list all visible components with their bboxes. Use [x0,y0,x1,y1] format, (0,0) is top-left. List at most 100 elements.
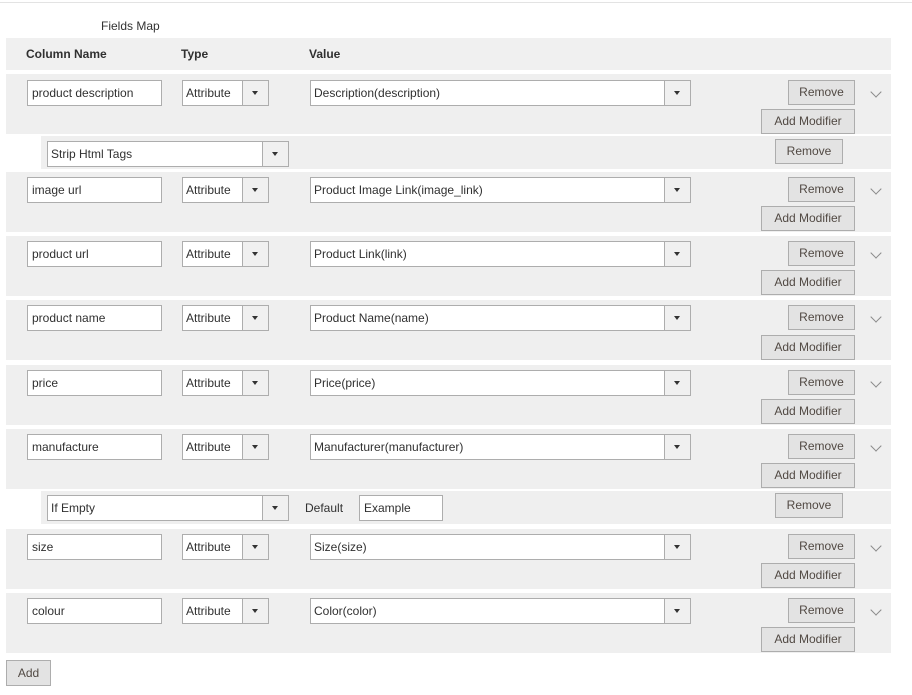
dropdown-arrow-icon[interactable] [664,435,690,459]
dropdown-arrow-icon[interactable] [664,81,690,105]
type-select-value: Attribute [186,311,231,325]
type-select[interactable]: Attribute [182,434,269,460]
value-select[interactable]: Product Link(link) [310,241,691,267]
value-header: Value [309,47,341,61]
field-row: price Attribute Price(price) Remove Add … [6,365,891,425]
value-select[interactable]: Manufacturer(manufacturer) [310,434,691,460]
dropdown-arrow-icon[interactable] [242,178,268,202]
type-select[interactable]: Attribute [182,241,269,267]
add-modifier-button[interactable]: Add Modifier [761,270,855,295]
add-modifier-button[interactable]: Add Modifier [761,335,855,360]
dropdown-arrow-icon[interactable] [664,371,690,395]
dropdown-arrow-icon[interactable] [262,496,288,520]
column-name-input[interactable]: size [27,534,162,560]
type-select[interactable]: Attribute [182,80,269,106]
modifier-select[interactable]: Strip Html Tags [47,141,289,167]
chevron-down-icon[interactable] [870,86,882,98]
dropdown-arrow-icon[interactable] [242,242,268,266]
field-row: manufacture Attribute Manufacturer(manuf… [6,429,891,489]
dropdown-arrow-icon[interactable] [664,599,690,623]
dropdown-arrow-icon[interactable] [242,535,268,559]
field-row: product url Attribute Product Link(link)… [6,236,891,296]
remove-button[interactable]: Remove [788,305,855,330]
remove-button[interactable]: Remove [788,241,855,266]
modifier-row: Strip Html Tags Remove [6,136,891,169]
type-header: Type [181,47,209,61]
chevron-down-icon[interactable] [870,604,882,616]
add-modifier-button[interactable]: Add Modifier [761,463,855,488]
dropdown-arrow-icon[interactable] [242,306,268,330]
value-select[interactable]: Description(description) [310,80,691,106]
modifier-select[interactable]: If Empty [47,495,289,521]
modifier-indent [6,491,41,524]
value-select-value: Product Link(link) [314,247,407,261]
type-select[interactable]: Attribute [182,370,269,396]
dropdown-arrow-icon[interactable] [242,371,268,395]
dropdown-arrow-icon[interactable] [664,306,690,330]
value-select-value: Price(price) [314,376,376,390]
top-divider [0,2,912,3]
add-modifier-button[interactable]: Add Modifier [761,563,855,588]
chevron-down-icon[interactable] [870,183,882,195]
value-select[interactable]: Product Name(name) [310,305,691,331]
add-modifier-button[interactable]: Add Modifier [761,627,855,652]
field-row: product name Attribute Product Name(name… [6,300,891,360]
field-row: product description Attribute Descriptio… [6,74,891,134]
add-row-button[interactable]: Add [6,660,51,686]
chevron-down-icon[interactable] [870,247,882,259]
value-select[interactable]: Price(price) [310,370,691,396]
value-select-value: Product Image Link(image_link) [314,183,483,197]
remove-modifier-button[interactable]: Remove [775,493,843,518]
type-select-value: Attribute [186,376,231,390]
column-name-input[interactable]: price [27,370,162,396]
chevron-down-icon[interactable] [870,540,882,552]
value-select-value: Product Name(name) [314,311,429,325]
value-select-value: Color(color) [314,604,377,618]
add-modifier-button[interactable]: Add Modifier [761,109,855,134]
column-name-input[interactable]: manufacture [27,434,162,460]
default-value-input[interactable]: Example [359,495,443,521]
value-select[interactable]: Color(color) [310,598,691,624]
column-name-header: Column Name [26,47,107,61]
column-name-input[interactable]: product name [27,305,162,331]
column-name-input[interactable]: colour [27,598,162,624]
type-select-value: Attribute [186,247,231,261]
dropdown-arrow-icon[interactable] [262,142,288,166]
dropdown-arrow-icon[interactable] [242,81,268,105]
chevron-down-icon[interactable] [870,311,882,323]
remove-button[interactable]: Remove [788,177,855,202]
table-header: Column Name Type Value [6,38,891,70]
type-select-value: Attribute [186,440,231,454]
type-select[interactable]: Attribute [182,177,269,203]
dropdown-arrow-icon[interactable] [242,435,268,459]
column-name-input[interactable]: product description [27,80,162,106]
type-select-value: Attribute [186,540,231,554]
type-select[interactable]: Attribute [182,305,269,331]
remove-button[interactable]: Remove [788,370,855,395]
chevron-down-icon[interactable] [870,440,882,452]
remove-button[interactable]: Remove [788,534,855,559]
value-select[interactable]: Size(size) [310,534,691,560]
value-select[interactable]: Product Image Link(image_link) [310,177,691,203]
remove-button[interactable]: Remove [788,80,855,105]
modifier-indent [6,136,41,169]
add-modifier-button[interactable]: Add Modifier [761,399,855,424]
dropdown-arrow-icon[interactable] [664,242,690,266]
type-select[interactable]: Attribute [182,598,269,624]
dropdown-arrow-icon[interactable] [664,535,690,559]
dropdown-arrow-icon[interactable] [664,178,690,202]
dropdown-arrow-icon[interactable] [242,599,268,623]
field-row: size Attribute Size(size) Remove Add Mod… [6,529,891,589]
remove-button[interactable]: Remove [788,434,855,459]
remove-modifier-button[interactable]: Remove [775,139,843,164]
type-select-value: Attribute [186,86,231,100]
fields-map-title: Fields Map [101,19,160,33]
add-modifier-button[interactable]: Add Modifier [761,206,855,231]
type-select[interactable]: Attribute [182,534,269,560]
column-name-input[interactable]: product url [27,241,162,267]
remove-button[interactable]: Remove [788,598,855,623]
chevron-down-icon[interactable] [870,376,882,388]
modifier-row: If Empty Default Example Remove [6,491,891,524]
column-name-input[interactable]: image url [27,177,162,203]
default-label: Default [305,501,344,515]
